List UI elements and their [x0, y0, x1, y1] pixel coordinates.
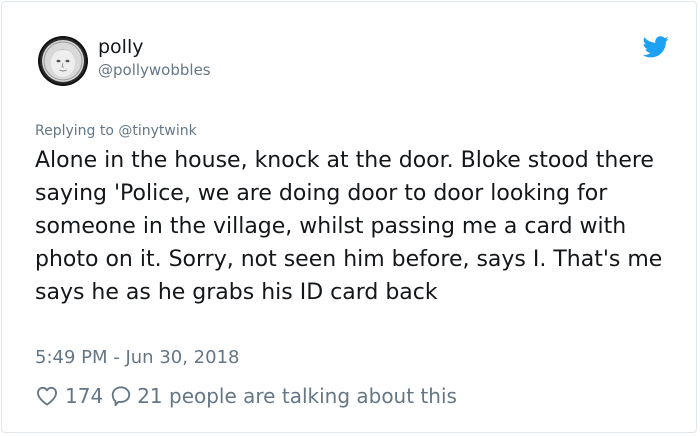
avatar[interactable]	[38, 36, 88, 86]
reply-prefix: Replying to	[35, 123, 114, 139]
engagement-bar: 174 21 people are talking about this	[35, 382, 457, 410]
author-display-name[interactable]: polly	[98, 35, 144, 59]
reply-to-handle-link[interactable]: @tinytwink	[118, 123, 196, 139]
reply-context: Replying to @tinytwink	[35, 122, 197, 140]
twitter-bird-icon[interactable]	[642, 36, 669, 58]
author-handle[interactable]: @pollywobbles	[98, 60, 211, 80]
like-button[interactable]: 174	[35, 384, 103, 408]
heart-outline-icon	[35, 384, 59, 408]
avatar-image	[38, 36, 88, 86]
tweet-text: Alone in the house, knock at the door. B…	[35, 148, 663, 305]
talking-about-text: 21 people are talking about this	[137, 384, 457, 408]
speech-bubble-icon	[109, 384, 133, 408]
conversation-link[interactable]: 21 people are talking about this	[109, 384, 457, 408]
tweet-card: polly @pollywobbles Replying to @tinytwi…	[1, 1, 697, 433]
like-count: 174	[65, 384, 104, 408]
tweet-timestamp[interactable]: 5:49 PM - Jun 30, 2018	[35, 346, 239, 370]
